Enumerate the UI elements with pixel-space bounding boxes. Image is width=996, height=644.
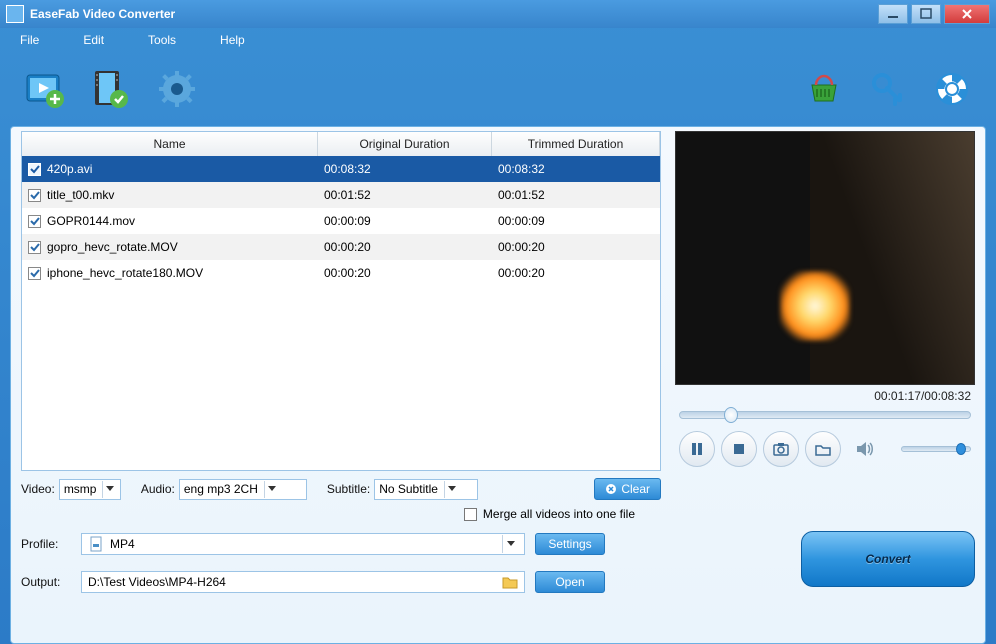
preview-video[interactable]	[675, 131, 975, 385]
volume-slider[interactable]	[901, 446, 971, 452]
clear-button[interactable]: Clear	[594, 478, 661, 500]
row-original-duration: 00:01:52	[324, 188, 371, 202]
output-label: Output:	[21, 575, 81, 589]
chevron-down-icon	[444, 481, 460, 498]
folder-icon	[502, 573, 518, 591]
file-icon	[88, 536, 104, 552]
close-button[interactable]	[944, 4, 990, 24]
row-checkbox[interactable]	[28, 241, 41, 254]
table-row[interactable]: GOPR0144.mov 00:00:09 00:00:09	[22, 208, 660, 234]
snapshot-button[interactable]	[763, 431, 799, 467]
profile-dropdown[interactable]: MP4	[81, 533, 525, 555]
table-row[interactable]: gopro_hevc_rotate.MOV 00:00:20 00:00:20	[22, 234, 660, 260]
titlebar: EaseFab Video Converter	[0, 0, 996, 28]
table-row[interactable]: 420p.avi 00:08:32 00:08:32	[22, 156, 660, 182]
volume-thumb[interactable]	[956, 443, 966, 455]
preview-seek-slider[interactable]	[679, 411, 971, 419]
add-video-icon[interactable]	[24, 68, 66, 110]
row-filename: iphone_hevc_rotate180.MOV	[47, 266, 203, 280]
video-stream-dropdown[interactable]: msmpe	[59, 479, 121, 500]
chevron-down-icon	[264, 481, 280, 498]
output-path-value: D:\Test Videos\MP4-H264	[88, 575, 226, 589]
menu-help[interactable]: Help	[220, 33, 245, 47]
row-filename: title_t00.mkv	[47, 188, 114, 202]
settings-button[interactable]: Settings	[535, 533, 605, 555]
maximize-button[interactable]	[911, 4, 941, 24]
row-trimmed-duration: 00:08:32	[498, 162, 545, 176]
file-list-table: Name Original Duration Trimmed Duration …	[21, 131, 661, 471]
row-filename: 420p.avi	[47, 162, 92, 176]
main-panel: Name Original Duration Trimmed Duration …	[10, 126, 986, 644]
subtitle-stream-value: No Subtitle	[379, 482, 438, 496]
output-path-field[interactable]: D:\Test Videos\MP4-H264	[81, 571, 525, 593]
audio-stream-dropdown[interactable]: eng mp3 2CH	[179, 479, 307, 500]
volume-icon[interactable]	[847, 431, 883, 467]
row-trimmed-duration: 00:00:20	[498, 266, 545, 280]
app-icon	[6, 5, 24, 23]
menu-edit[interactable]: Edit	[83, 33, 104, 47]
subtitle-stream-dropdown[interactable]: No Subtitle	[374, 479, 478, 500]
row-trimmed-duration: 00:00:20	[498, 240, 545, 254]
preview-pane: 00:01:17/00:08:32	[675, 131, 975, 471]
add-clip-icon[interactable]	[90, 68, 132, 110]
minimize-button[interactable]	[878, 4, 908, 24]
col-header-trimmed-duration[interactable]: Trimmed Duration	[492, 132, 660, 156]
toolbar	[0, 52, 996, 126]
stream-selectors: Video: msmpe Audio: eng mp3 2CH Subtitle…	[21, 475, 661, 503]
table-header: Name Original Duration Trimmed Duration	[22, 132, 660, 156]
row-filename: gopro_hevc_rotate.MOV	[47, 240, 178, 254]
menu-file[interactable]: File	[20, 33, 39, 47]
window-title: EaseFab Video Converter	[30, 7, 175, 21]
row-original-duration: 00:08:32	[324, 162, 371, 176]
settings-gear-icon[interactable]	[156, 68, 198, 110]
open-button[interactable]: Open	[535, 571, 605, 593]
table-row[interactable]: iphone_hevc_rotate180.MOV 00:00:20 00:00:2…	[22, 260, 660, 286]
row-filename: GOPR0144.mov	[47, 214, 135, 228]
col-header-original-duration[interactable]: Original Duration	[318, 132, 492, 156]
pause-button[interactable]	[679, 431, 715, 467]
audio-stream-value: eng mp3 2CH	[184, 482, 258, 496]
menu-tools[interactable]: Tools	[148, 33, 176, 47]
profile-label: Profile:	[21, 537, 81, 551]
profile-row: Profile: MP4 Settings	[21, 529, 771, 559]
clear-button-label: Clear	[621, 482, 650, 496]
convert-button-label: Convert	[865, 552, 910, 566]
chevron-down-icon	[102, 481, 115, 498]
menubar: File Edit Tools Help	[0, 28, 996, 52]
stop-button[interactable]	[721, 431, 757, 467]
row-trimmed-duration: 00:01:52	[498, 188, 545, 202]
preview-time-display: 00:01:17/00:08:32	[675, 385, 975, 403]
video-stream-label: Video:	[21, 482, 55, 496]
row-trimmed-duration: 00:00:09	[498, 214, 545, 228]
row-original-duration: 00:00:20	[324, 240, 371, 254]
row-checkbox[interactable]	[28, 163, 41, 176]
basket-icon[interactable]	[804, 69, 844, 109]
open-button-label: Open	[555, 575, 584, 589]
merge-checkbox[interactable]	[464, 508, 477, 521]
row-checkbox[interactable]	[28, 267, 41, 280]
audio-stream-label: Audio:	[141, 482, 175, 496]
video-stream-value: msmpe	[64, 482, 97, 496]
help-ring-icon[interactable]	[932, 69, 972, 109]
key-icon[interactable]	[868, 69, 908, 109]
table-row[interactable]: title_t00.mkv 00:01:52 00:01:52	[22, 182, 660, 208]
row-original-duration: 00:00:20	[324, 266, 371, 280]
table-body: 420p.avi 00:08:32 00:08:32 title_t00.mkv 00:…	[22, 156, 660, 470]
subtitle-stream-label: Subtitle:	[327, 482, 370, 496]
col-header-name[interactable]: Name	[22, 132, 318, 156]
output-row: Output: D:\Test Videos\MP4-H264 Open	[21, 567, 771, 597]
preview-controls	[675, 427, 975, 471]
chevron-down-icon	[502, 535, 518, 553]
convert-button[interactable]: Convert	[801, 531, 975, 587]
row-checkbox[interactable]	[28, 215, 41, 228]
open-folder-button[interactable]	[805, 431, 841, 467]
merge-label: Merge all videos into one file	[483, 507, 635, 521]
row-original-duration: 00:00:09	[324, 214, 371, 228]
seek-thumb[interactable]	[724, 407, 738, 423]
merge-row: Merge all videos into one file	[21, 503, 975, 525]
row-checkbox[interactable]	[28, 189, 41, 202]
settings-button-label: Settings	[548, 537, 591, 551]
profile-value: MP4	[110, 537, 135, 551]
